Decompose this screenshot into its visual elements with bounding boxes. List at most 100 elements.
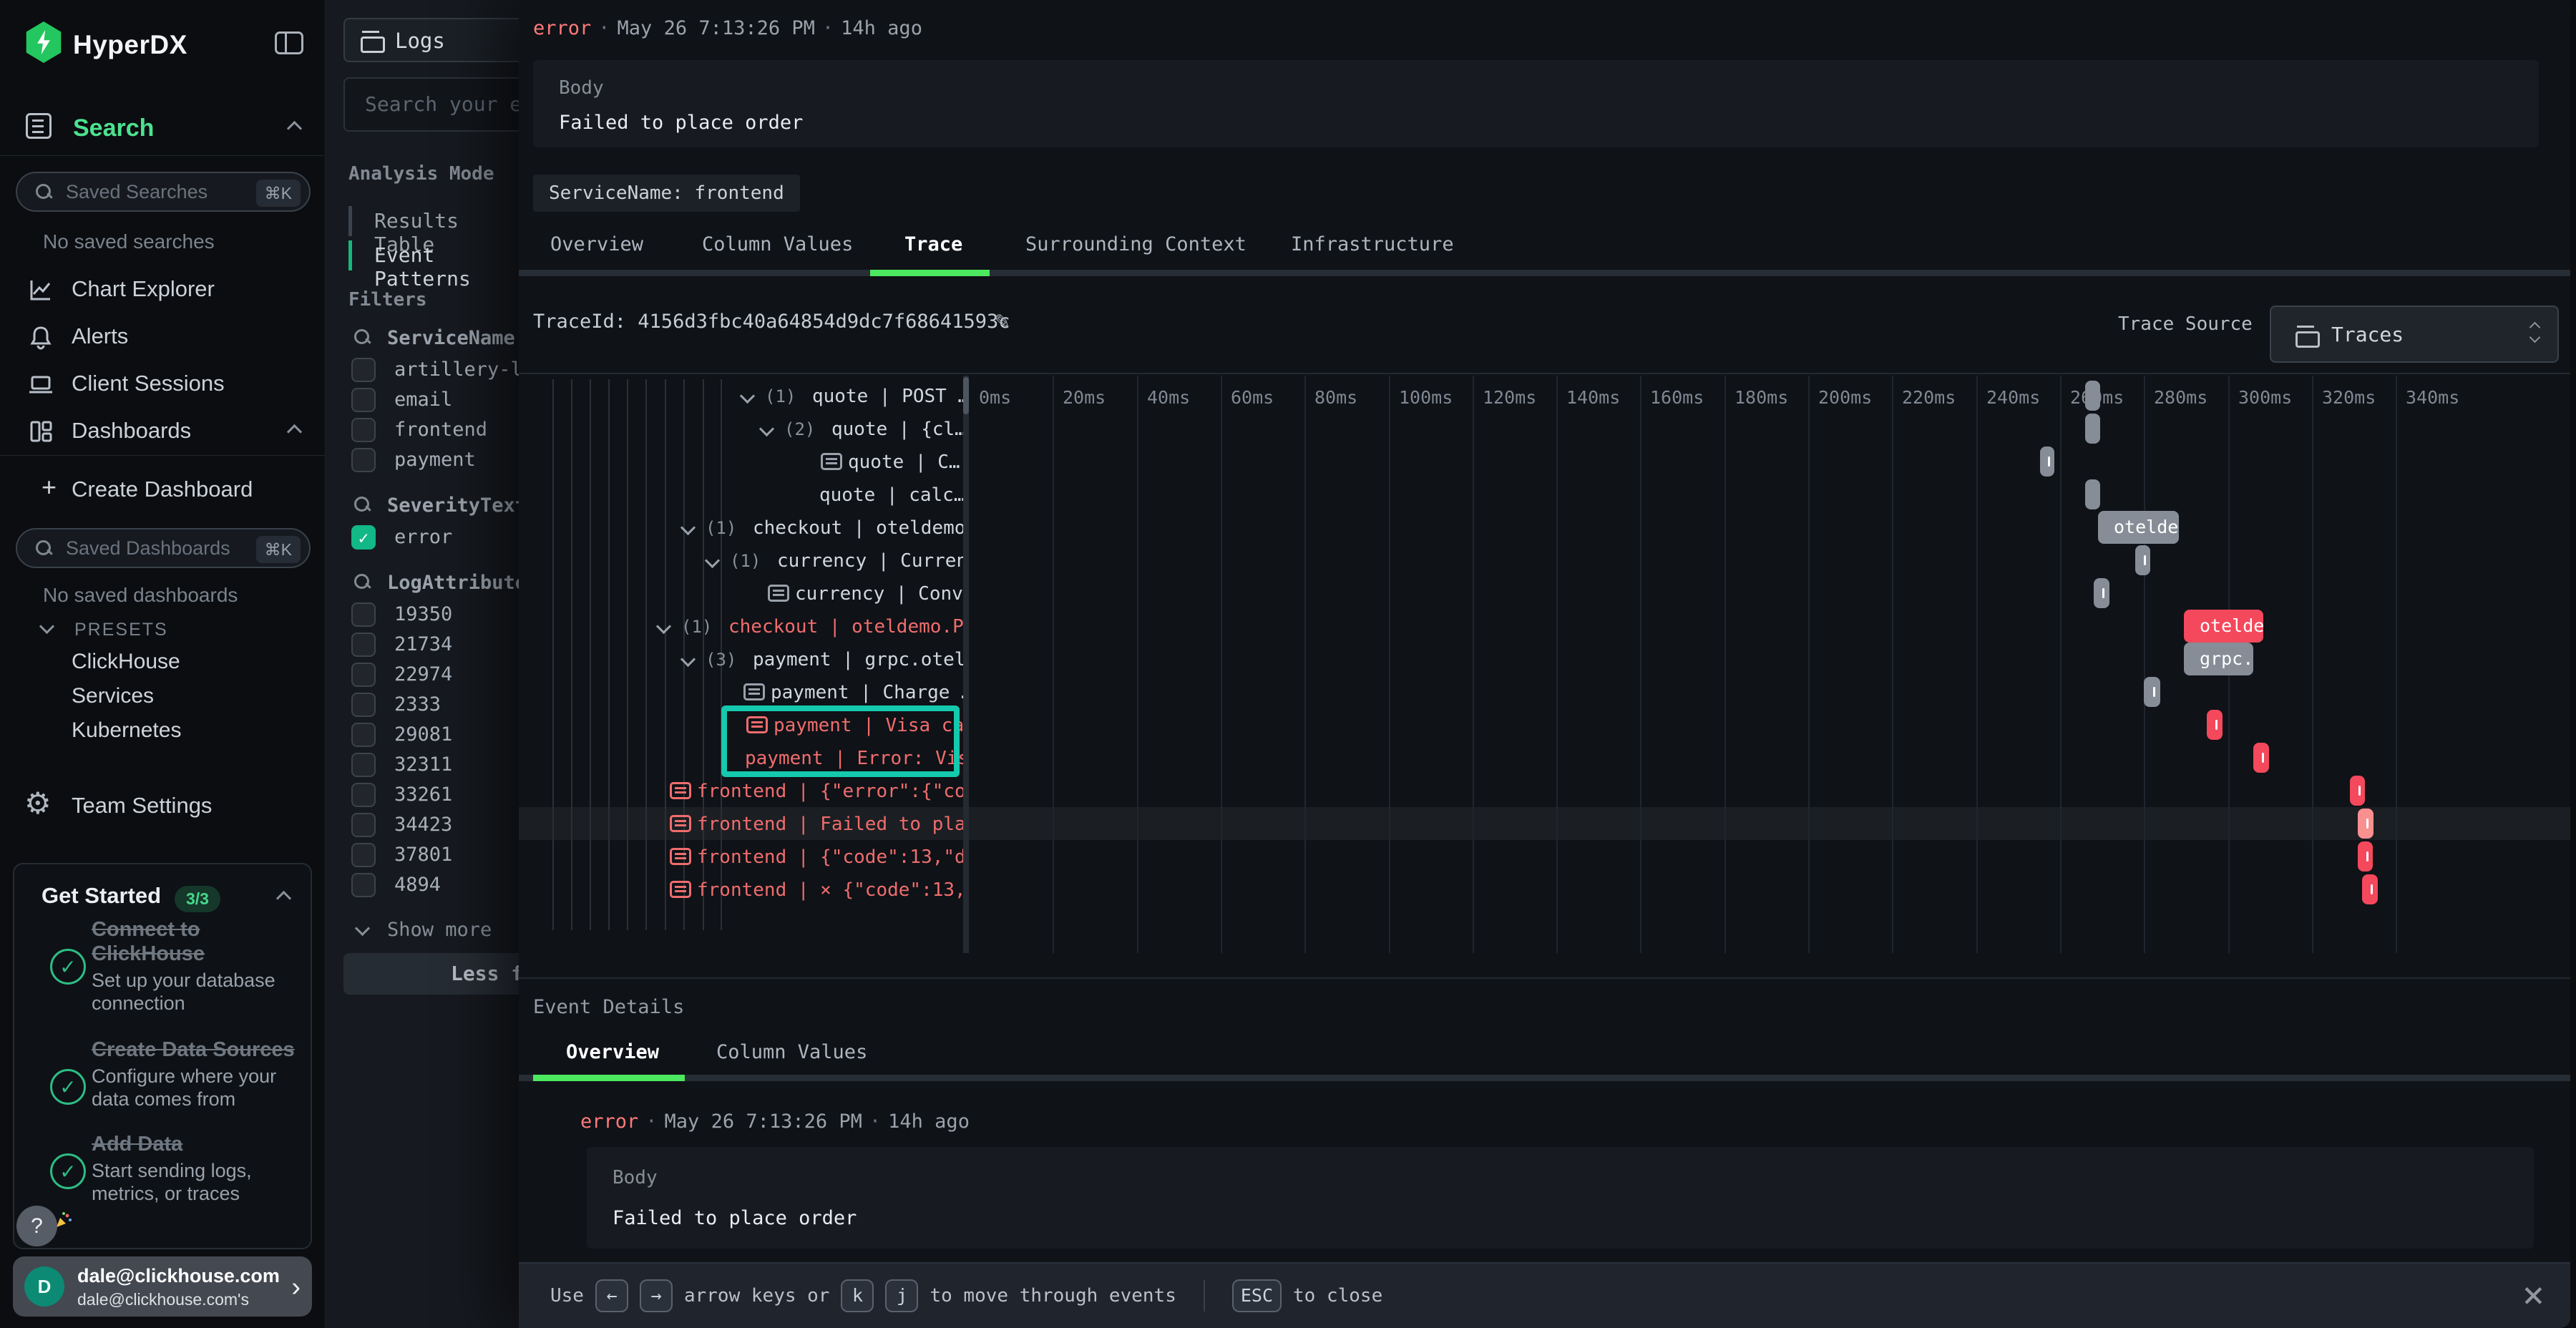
sidebar-item-team-settings[interactable]: ⚙ Team Settings [0, 784, 326, 827]
filter-option-4894[interactable]: 4894 [326, 870, 519, 900]
search-icon[interactable] [354, 574, 370, 590]
span-bar-labeled[interactable]: oteldem [2098, 511, 2179, 544]
span-row[interactable]: (1)checkout | oteldemo.Pa… [519, 610, 963, 643]
chevron-up-icon[interactable] [287, 121, 302, 136]
chevron-down-icon[interactable] [680, 520, 696, 535]
tab-overview[interactable]: Overview [550, 233, 643, 255]
span-row[interactable]: (1)currency | Currenc… [519, 544, 963, 577]
span-row[interactable]: (2)quote | {cl… [519, 412, 963, 445]
less-filters-button[interactable]: Less fil [343, 953, 519, 995]
span-bar[interactable] [2085, 479, 2100, 509]
filter-option-37801[interactable]: 37801 [326, 840, 519, 870]
filter-option-34423[interactable]: 34423 [326, 810, 519, 840]
edit-pencil-icon[interactable]: ✎ [995, 306, 1009, 335]
chevron-down-icon[interactable] [680, 652, 696, 667]
checkbox-checked[interactable]: ✓ [351, 525, 376, 550]
sidebar-item-alerts[interactable]: Alerts [0, 313, 326, 361]
checkbox[interactable] [351, 723, 376, 747]
span-bar[interactable] [2358, 841, 2373, 872]
span-row[interactable]: quote | C… [519, 445, 963, 478]
chevron-down-icon[interactable] [705, 553, 720, 568]
checkbox[interactable] [351, 873, 376, 897]
checkbox[interactable] [351, 753, 376, 777]
sidebar-collapse-icon[interactable] [275, 31, 303, 54]
span-bar[interactable] [2358, 809, 2373, 839]
checkbox[interactable] [351, 602, 376, 627]
span-row[interactable]: (3)payment | grpc.oteld… [519, 643, 963, 675]
help-button[interactable]: ? [16, 1206, 57, 1246]
filter-option-frontend[interactable]: frontend [326, 415, 519, 445]
sidebar-item-client-sessions[interactable]: Client Sessions [0, 361, 326, 408]
analysis-mode-event-patterns[interactable]: Event Patterns [326, 239, 519, 273]
filter-option-2333[interactable]: 2333 [326, 690, 519, 720]
saved-searches-input[interactable]: Saved Searches ⌘K [16, 172, 311, 212]
sidebar-item-dashboards[interactable]: Dashboards [0, 408, 326, 455]
scrollbar-thumb[interactable] [963, 377, 969, 414]
span-bar[interactable] [2207, 710, 2223, 740]
span-row[interactable]: payment | Charge … [519, 675, 963, 708]
span-row[interactable]: (1)quote | POST … [519, 379, 963, 412]
chevron-down-icon[interactable] [740, 389, 755, 404]
checkbox[interactable] [351, 358, 376, 382]
checkbox[interactable] [351, 783, 376, 807]
search-icon[interactable] [354, 329, 370, 345]
create-dashboard-button[interactable]: + Create Dashboard [0, 467, 326, 509]
checkbox[interactable] [351, 693, 376, 717]
filter-option-artillery-loa[interactable]: artillery-loa [326, 355, 519, 385]
span-bar[interactable] [2085, 414, 2100, 444]
sidebar-item-search[interactable]: Search [0, 106, 326, 153]
span-bar[interactable] [2040, 446, 2054, 477]
span-bar[interactable] [2253, 743, 2269, 773]
analysis-mode-results-table[interactable]: Results Table [326, 205, 519, 239]
sidebar-preset-clickhouse[interactable]: ClickHouse [72, 650, 286, 684]
event-details-tab-column-values[interactable]: Column Values [716, 1041, 867, 1063]
span-bar[interactable] [2135, 545, 2150, 575]
tab-trace[interactable]: Trace [904, 233, 962, 255]
span-row[interactable]: frontend | {"code":13,"det… [519, 840, 963, 873]
span-bar[interactable] [2085, 381, 2100, 411]
close-icon[interactable]: × [2522, 1274, 2545, 1317]
span-bar-labeled[interactable]: grpc.o [2184, 643, 2253, 675]
chevron-down-icon[interactable] [656, 619, 671, 634]
chevron-up-icon[interactable] [276, 891, 291, 906]
source-select-button[interactable]: Logs [343, 18, 519, 62]
event-details-tab-overview[interactable]: Overview [566, 1041, 659, 1063]
span-row[interactable]: frontend | {"error":{"code… [519, 774, 963, 807]
filter-option-19350[interactable]: 19350 [326, 600, 519, 630]
span-row[interactable]: quote | calc… [519, 478, 963, 511]
span-row[interactable]: frontend | Failed to place… [519, 807, 963, 840]
event-search-input[interactable]: Search your e [343, 77, 519, 132]
service-name-tag[interactable]: ServiceName: frontend [533, 175, 800, 212]
span-bar[interactable] [2362, 874, 2378, 904]
user-account-chip[interactable]: D dale@clickhouse.com dale@clickhouse.co… [13, 1256, 312, 1317]
filter-option-21734[interactable]: 21734 [326, 630, 519, 660]
span-bar[interactable] [2094, 578, 2109, 608]
show-more-toggle[interactable]: Show more [326, 914, 519, 946]
span-row[interactable]: (1)checkout | oteldemo.… [519, 511, 963, 544]
checkbox[interactable] [351, 843, 376, 867]
saved-dashboards-input[interactable]: Saved Dashboards ⌘K [16, 528, 311, 568]
presets-toggle[interactable]: PRESETS [0, 615, 326, 648]
filter-option-29081[interactable]: 29081 [326, 720, 519, 750]
trace-source-select[interactable]: Traces [2270, 306, 2559, 363]
filter-option-email[interactable]: email [326, 385, 519, 415]
checkbox[interactable] [351, 813, 376, 837]
checkbox[interactable] [351, 448, 376, 472]
checkbox[interactable] [351, 418, 376, 442]
tab-infrastructure[interactable]: Infrastructure [1291, 233, 1454, 255]
chevron-down-icon[interactable] [759, 421, 774, 436]
filter-option-payment[interactable]: payment [326, 445, 519, 475]
filter-option-32311[interactable]: 32311 [326, 750, 519, 780]
search-icon[interactable] [354, 497, 370, 512]
span-row[interactable]: currency | Conv… [519, 577, 963, 610]
span-bar-labeled[interactable]: oteldem [2184, 610, 2263, 643]
tab-surrounding-context[interactable]: Surrounding Context [1025, 233, 1246, 255]
checkbox[interactable] [351, 633, 376, 657]
checkbox[interactable] [351, 388, 376, 412]
span-bar[interactable] [2144, 677, 2160, 707]
tab-column-values[interactable]: Column Values [702, 233, 853, 255]
span-row[interactable]: frontend | × {"code":13,"d… [519, 873, 963, 906]
tree-timeline-divider[interactable] [963, 376, 969, 953]
filter-option-error[interactable]: ✓error [326, 522, 519, 552]
sidebar-preset-kubernetes[interactable]: Kubernetes [72, 718, 286, 753]
